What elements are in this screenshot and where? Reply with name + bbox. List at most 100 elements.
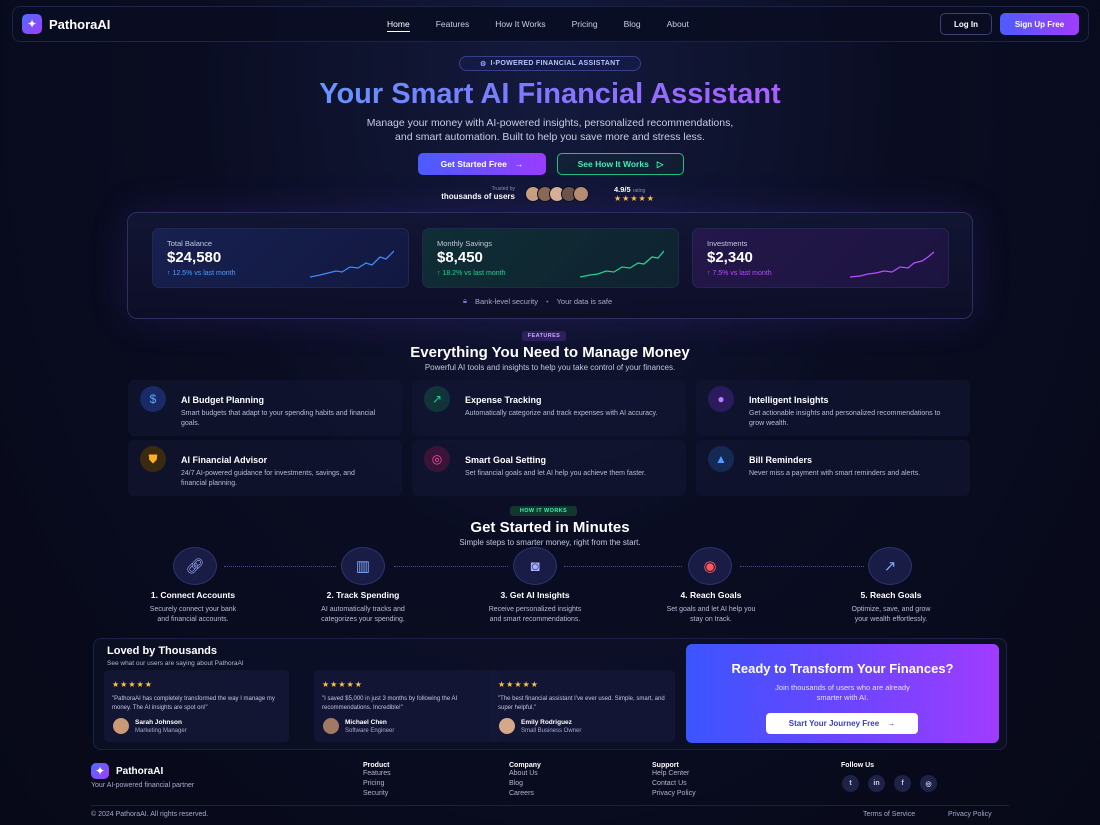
feature-card-advisor[interactable]: ⛊ AI Financial Advisor 24/7 AI-powered g… — [128, 440, 402, 496]
dashboard-preview: Total Balance $24,580 ↑ 12.5% vs last mo… — [127, 212, 973, 319]
feature-card-budget[interactable]: $ AI Budget Planning Smart budgets that … — [128, 380, 402, 436]
step-4: 4. Reach Goals Set goals and let AI help… — [666, 590, 756, 623]
total-balance-card: Total Balance $24,580 ↑ 12.5% vs last mo… — [152, 228, 409, 288]
avatar — [573, 186, 589, 202]
how-title: Get Started in Minutes — [470, 519, 630, 536]
nav-link-pricing[interactable]: Pricing — [572, 19, 598, 32]
growth-icon: ↗ — [868, 547, 912, 585]
robot-icon: ◙ — [513, 547, 557, 585]
ai-icon: ⚙ — [479, 60, 487, 68]
brand-logo[interactable]: ✦ PathoraAI — [22, 14, 110, 34]
sparkle-icon: ✦ — [22, 14, 42, 34]
feature-card-insights[interactable]: ● Intelligent Insights Get actionable in… — [696, 380, 970, 436]
features-title: Everything You Need to Manage Money — [410, 344, 690, 361]
features-tag: FEATURES — [522, 331, 566, 341]
avatar — [113, 718, 129, 734]
facebook-icon[interactable]: f — [894, 775, 911, 792]
nav-link-features[interactable]: Features — [436, 19, 470, 32]
hero-title: Your Smart AI Financial Assistant — [150, 78, 950, 111]
footer-col-support: Support Help Center Contact Us Privacy P… — [652, 762, 696, 799]
lock-icon: 🔒︎ — [463, 296, 467, 305]
testimonial-card: ★★★★★ "PathoraAI has completely transfor… — [104, 670, 289, 742]
step-5: 5. Reach Goals Optimize, save, and grow y… — [851, 590, 931, 623]
step-connector — [564, 566, 682, 567]
rating-stars: ★★★★★ — [614, 194, 655, 203]
testimonials-title: Loved by Thousands — [107, 645, 218, 657]
step-connector — [394, 566, 508, 567]
see-how-it-works-button[interactable]: See How It Works ▷ — [557, 153, 684, 175]
cta-banner: Ready to Transform Your Finances? Join t… — [686, 644, 999, 743]
footer-col-product: Product Features Pricing Security — [363, 762, 391, 799]
get-started-button[interactable]: Get Started Free → — [418, 153, 546, 175]
footer-logo[interactable]: ✦ PathoraAI — [91, 763, 163, 779]
footer-link[interactable]: About Us — [509, 769, 541, 779]
target-icon: ◉ — [688, 547, 732, 585]
trust-text: Trusted by thousands of users — [441, 186, 515, 201]
footer-col-company: Company About Us Blog Careers — [509, 762, 541, 799]
footer-link[interactable]: Pricing — [363, 779, 391, 789]
bell-icon: ▲ — [708, 446, 734, 472]
testimonial-card: ★★★★★ "The best financial assistant I've… — [490, 670, 675, 742]
nav-link-home[interactable]: Home — [387, 19, 410, 32]
investments-card: Investments $2,340 ↑ 7.5% vs last month — [692, 228, 949, 288]
balance-sparkline — [310, 250, 394, 278]
avatar — [323, 718, 339, 734]
nav-link-blog[interactable]: Blog — [624, 19, 641, 32]
how-it-works-tag: HOW IT WORKS — [510, 506, 577, 516]
bar-chart-icon: ▥ — [341, 547, 385, 585]
rating-block: 4.9/5 rating ★★★★★ — [614, 185, 655, 203]
lightbulb-icon: ● — [708, 386, 734, 412]
top-navbar: ✦ PathoraAI Home Features How It Works P… — [12, 6, 1089, 42]
copyright: © 2024 PathoraAI. All rights reserved. — [91, 811, 209, 818]
signup-button[interactable]: Sign Up Free — [1000, 13, 1079, 35]
target-icon: ◎ — [424, 446, 450, 472]
step-3: 3. Get AI Insights Receive personalized … — [488, 590, 582, 623]
start-journey-button[interactable]: Start Your Journey Free → — [766, 713, 918, 734]
testimonial-card: ★★★★★ "I saved $5,000 in just 3 months b… — [314, 670, 499, 742]
security-note: 🔒︎ Bank-level security • Your data is sa… — [463, 296, 613, 306]
footer-link[interactable]: Privacy Policy — [652, 789, 696, 799]
hero-badge: ⚙ I-POWERED FINANCIAL ASSISTANT — [459, 56, 641, 71]
footer-link[interactable]: Help Center — [652, 769, 696, 779]
play-icon: ▷ — [656, 158, 664, 169]
step-connector — [740, 566, 864, 567]
trend-icon: ↗ — [424, 386, 450, 412]
sparkle-icon: ✦ — [91, 763, 109, 779]
shield-icon: ⛊ — [140, 446, 166, 472]
arrow-right-icon: → — [887, 719, 896, 728]
cta-title: Ready to Transform Your Finances? — [731, 661, 954, 676]
footer-link[interactable]: Careers — [509, 789, 541, 799]
login-button[interactable]: Log In — [940, 13, 992, 35]
linkedin-icon[interactable]: in — [868, 775, 885, 792]
terms-link[interactable]: Terms of Service — [863, 811, 915, 818]
twitter-icon[interactable]: t — [842, 775, 859, 792]
instagram-icon[interactable]: ◎ — [920, 775, 937, 792]
step-2: 2. Track Spending AI automatically track… — [321, 590, 405, 623]
hero-subtitle: Manage your money with AI-powered insigh… — [366, 117, 734, 143]
footer-link[interactable]: Contact Us — [652, 779, 696, 789]
arrow-right-icon: → — [514, 159, 524, 169]
nav-links: Home Features How It Works Pricing Blog … — [387, 19, 689, 32]
savings-sparkline — [580, 250, 664, 278]
link-icon: 🔗︎ — [173, 547, 217, 585]
privacy-link[interactable]: Privacy Policy — [948, 811, 992, 818]
feature-card-bills[interactable]: ▲ Bill Reminders Never miss a payment wi… — [696, 440, 970, 496]
features-subtitle: Powerful AI tools and insights to help y… — [424, 363, 676, 372]
follow-us-heading: Follow Us — [841, 762, 875, 769]
avatar — [499, 718, 515, 734]
social-links: t in f ◎ — [842, 775, 937, 792]
testimonials-subtitle: See what our users are saying about Path… — [107, 660, 244, 667]
footer-link[interactable]: Features — [363, 769, 391, 779]
nav-link-how-it-works[interactable]: How It Works — [495, 19, 545, 32]
nav-link-about[interactable]: About — [667, 19, 689, 32]
step-connector — [224, 566, 336, 567]
footer-link[interactable]: Blog — [509, 779, 541, 789]
dollar-icon: $ — [140, 386, 166, 412]
how-subtitle: Simple steps to smarter money, right fro… — [459, 538, 641, 547]
step-1: 1. Connect Accounts Securely connect you… — [149, 590, 237, 623]
footer-divider — [91, 805, 1009, 806]
feature-card-goals[interactable]: ◎ Smart Goal Setting Set financial goals… — [412, 440, 686, 496]
feature-card-expense[interactable]: ↗ Expense Tracking Automatically categor… — [412, 380, 686, 436]
footer-link[interactable]: Security — [363, 789, 391, 799]
footer-tagline: Your AI-powered financial partner — [91, 782, 195, 789]
